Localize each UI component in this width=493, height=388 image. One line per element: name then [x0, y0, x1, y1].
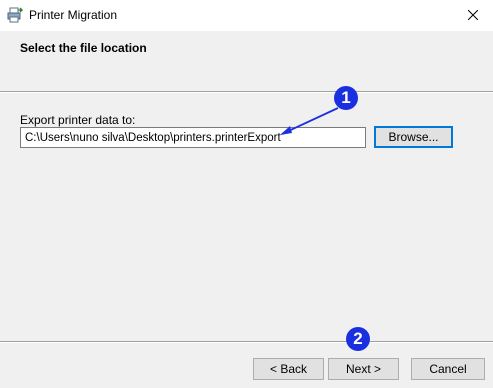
- cancel-button-label: Cancel: [429, 362, 467, 376]
- back-button[interactable]: < Back: [253, 358, 324, 380]
- header-panel: [0, 31, 493, 91]
- browse-button-label: Browse...: [388, 130, 439, 144]
- window-title: Printer Migration: [29, 8, 118, 22]
- next-button-label: Next >: [345, 362, 381, 376]
- header-divider-highlight: [0, 92, 493, 93]
- next-button[interactable]: Next >: [328, 358, 399, 380]
- annotation-arrow: [280, 107, 339, 135]
- title-bar: Printer Migration: [0, 0, 493, 31]
- cancel-button[interactable]: Cancel: [411, 358, 485, 380]
- page-title: Select the file location: [20, 41, 147, 55]
- footer-divider-highlight: [0, 342, 493, 343]
- export-path-label: Export printer data to:: [20, 113, 136, 127]
- back-button-label: < Back: [269, 362, 308, 376]
- browse-button[interactable]: Browse...: [374, 126, 453, 148]
- printer-migration-icon: [7, 7, 24, 23]
- close-icon: [467, 9, 479, 23]
- close-button[interactable]: [453, 0, 493, 31]
- annotation-badge-1: 1: [334, 86, 358, 110]
- annotation-badge-2: 2: [346, 327, 370, 351]
